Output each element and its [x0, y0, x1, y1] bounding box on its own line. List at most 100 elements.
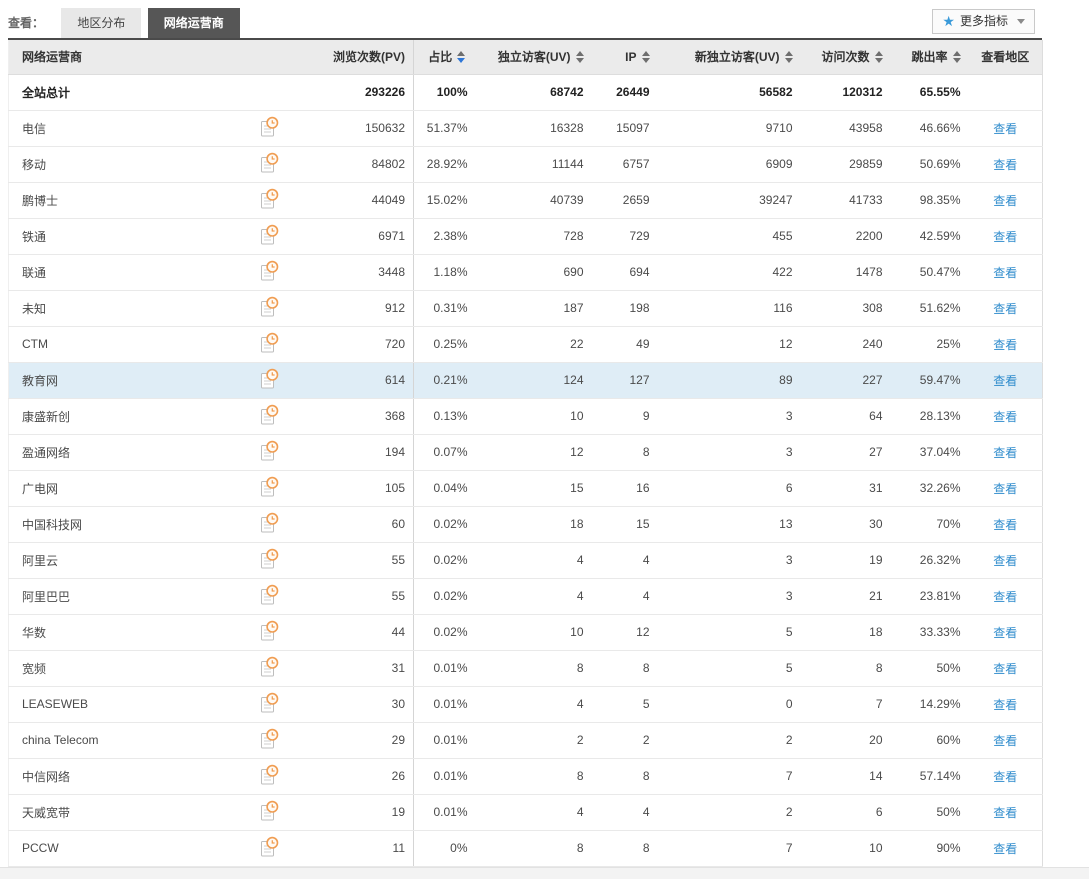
table-row: 广电网 105 0.04% 15 16 6 31 32.26% 查看	[8, 470, 1043, 507]
view-region-link[interactable]: 查看	[993, 806, 1017, 820]
uv-value: 4	[479, 794, 592, 831]
ratio-value: 0.02%	[413, 506, 480, 543]
ip-value: 198	[591, 290, 658, 327]
visits-value: 7	[800, 686, 891, 723]
tab-region-distribution[interactable]: 地区分布	[61, 8, 142, 38]
column-header-uv[interactable]: 独立访客(UV)	[479, 40, 592, 75]
view-region-link[interactable]: 查看	[993, 518, 1017, 532]
view-region-link[interactable]: 查看	[993, 662, 1017, 676]
column-header-ip[interactable]: IP	[591, 40, 658, 75]
trend-icon-cell	[253, 110, 294, 147]
trend-history-icon[interactable]	[260, 800, 280, 825]
ratio-value: 0%	[413, 830, 480, 867]
view-region-link[interactable]: 查看	[993, 482, 1017, 496]
view-region-cell: 查看	[968, 182, 1043, 219]
trend-history-icon[interactable]	[260, 476, 280, 501]
trend-history-icon[interactable]	[260, 332, 280, 357]
trend-history-icon[interactable]	[260, 512, 280, 537]
view-region-link[interactable]: 查看	[993, 554, 1017, 568]
column-header-bounce[interactable]: 跳出率	[890, 40, 969, 75]
trend-history-icon[interactable]	[260, 620, 280, 645]
trend-history-icon[interactable]	[260, 440, 280, 465]
trend-icon-cell	[253, 650, 294, 687]
tab-network-operator[interactable]: 网络运营商	[147, 8, 240, 38]
trend-icon-cell	[253, 686, 294, 723]
uv-value: 15	[479, 470, 592, 507]
view-region-link[interactable]: 查看	[993, 302, 1017, 316]
trend-history-icon[interactable]	[260, 404, 280, 429]
view-region-cell: 查看	[968, 110, 1043, 147]
view-region-link[interactable]: 查看	[993, 410, 1017, 424]
trend-history-icon[interactable]	[260, 836, 280, 861]
uv-value: 124	[479, 362, 592, 399]
table-row: 天威宽带 19 0.01% 4 4 2 6 50% 查看	[8, 794, 1043, 831]
table-row: 铁通 6971 2.38% 728 729 455 2200 42.59% 查看	[8, 218, 1043, 255]
pv-value: 3448	[293, 254, 414, 291]
pv-value: 11	[293, 830, 414, 867]
trend-icon-cell	[253, 830, 294, 867]
view-region-link[interactable]: 查看	[993, 590, 1017, 604]
view-region-link[interactable]: 查看	[993, 374, 1017, 388]
column-header-newuv[interactable]: 新独立访客(UV)	[657, 40, 801, 75]
more-metrics-button[interactable]: ★ 更多指标	[932, 9, 1035, 34]
view-region-link[interactable]: 查看	[993, 734, 1017, 748]
view-region-cell: 查看	[968, 434, 1043, 471]
visits-value: 43958	[800, 110, 891, 147]
visits-value: 29859	[800, 146, 891, 183]
bounce-value: 59.47%	[890, 362, 969, 399]
column-header-label: 访问次数	[821, 50, 870, 65]
trend-history-icon[interactable]	[260, 224, 280, 249]
view-region-link[interactable]: 查看	[993, 770, 1017, 784]
trend-history-icon[interactable]	[260, 116, 280, 141]
trend-icon-cell	[253, 290, 294, 327]
trend-history-icon[interactable]	[260, 188, 280, 213]
ratio-value: 0.21%	[413, 362, 480, 399]
bounce-value: 32.26%	[890, 470, 969, 507]
view-region-link[interactable]: 查看	[993, 230, 1017, 244]
trend-history-icon[interactable]	[260, 728, 280, 753]
ip-value: 2659	[591, 182, 658, 219]
trend-history-icon[interactable]	[260, 656, 280, 681]
trend-history-icon[interactable]	[260, 296, 280, 321]
trend-history-icon[interactable]	[260, 584, 280, 609]
trend-history-icon[interactable]	[260, 548, 280, 573]
operator-name: 中信网络	[8, 758, 254, 795]
view-region-link[interactable]: 查看	[993, 158, 1017, 172]
visits-value: 6	[800, 794, 891, 831]
view-region-cell: 查看	[968, 722, 1043, 759]
view-region-link[interactable]: 查看	[993, 446, 1017, 460]
more-metrics-label: 更多指标	[959, 14, 1008, 28]
trend-history-icon[interactable]	[260, 368, 280, 393]
uv-value: 8	[479, 830, 592, 867]
view-region-link[interactable]: 查看	[993, 194, 1017, 208]
uv-value: 22	[479, 326, 592, 363]
table-row: 教育网 614 0.21% 124 127 89 227 59.47% 查看	[8, 362, 1043, 399]
view-region-link[interactable]: 查看	[993, 266, 1017, 280]
bounce-value: 57.14%	[890, 758, 969, 795]
ip-value: 127	[591, 362, 658, 399]
trend-history-icon[interactable]	[260, 692, 280, 717]
ratio-value: 0.01%	[413, 686, 480, 723]
bounce-value: 26.32%	[890, 542, 969, 579]
ratio-value: 0.13%	[413, 398, 480, 435]
table-row: 中信网络 26 0.01% 8 8 7 14 57.14% 查看	[8, 758, 1043, 795]
trend-history-icon[interactable]	[260, 152, 280, 177]
ip-value: 729	[591, 218, 658, 255]
bounce-value: 46.66%	[890, 110, 969, 147]
newuv-value: 39247	[657, 182, 801, 219]
view-region-link[interactable]: 查看	[993, 842, 1017, 856]
bounce-value: 50%	[890, 650, 969, 687]
view-region-link[interactable]: 查看	[993, 122, 1017, 136]
trend-history-icon[interactable]	[260, 260, 280, 285]
view-region-link[interactable]: 查看	[993, 698, 1017, 712]
newuv-value: 7	[657, 830, 801, 867]
column-header-visits[interactable]: 访问次数	[800, 40, 891, 75]
view-region-cell: 查看	[968, 794, 1043, 831]
trend-icon-cell	[253, 362, 294, 399]
trend-history-icon[interactable]	[260, 764, 280, 789]
ratio-value: 0.25%	[413, 326, 480, 363]
column-header-ratio[interactable]: 占比	[413, 40, 480, 75]
table-row: CTM 720 0.25% 22 49 12 240 25% 查看	[8, 326, 1043, 363]
view-region-link[interactable]: 查看	[993, 338, 1017, 352]
view-region-link[interactable]: 查看	[993, 626, 1017, 640]
